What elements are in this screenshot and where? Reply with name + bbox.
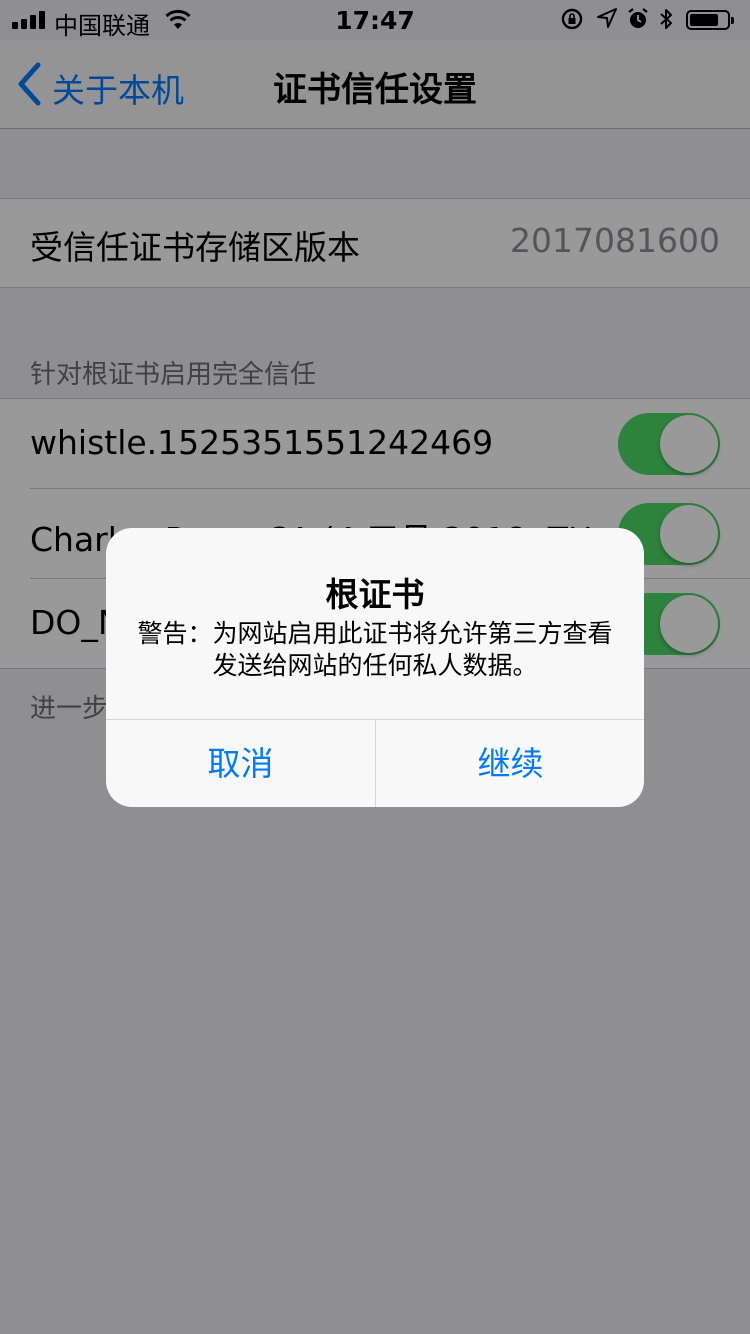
alert-message: 警告：为网站启用此证书将允许第三方查看发送给网站的任何私人数据。: [137, 619, 613, 680]
cancel-button[interactable]: 取消: [106, 720, 375, 807]
alert-title: 根证书: [325, 575, 425, 614]
alert-dialog: 根证书 警告：为网站启用此证书将允许第三方查看发送给网站的任何私人数据。 取消 …: [106, 528, 644, 807]
continue-button[interactable]: 继续: [376, 720, 644, 807]
